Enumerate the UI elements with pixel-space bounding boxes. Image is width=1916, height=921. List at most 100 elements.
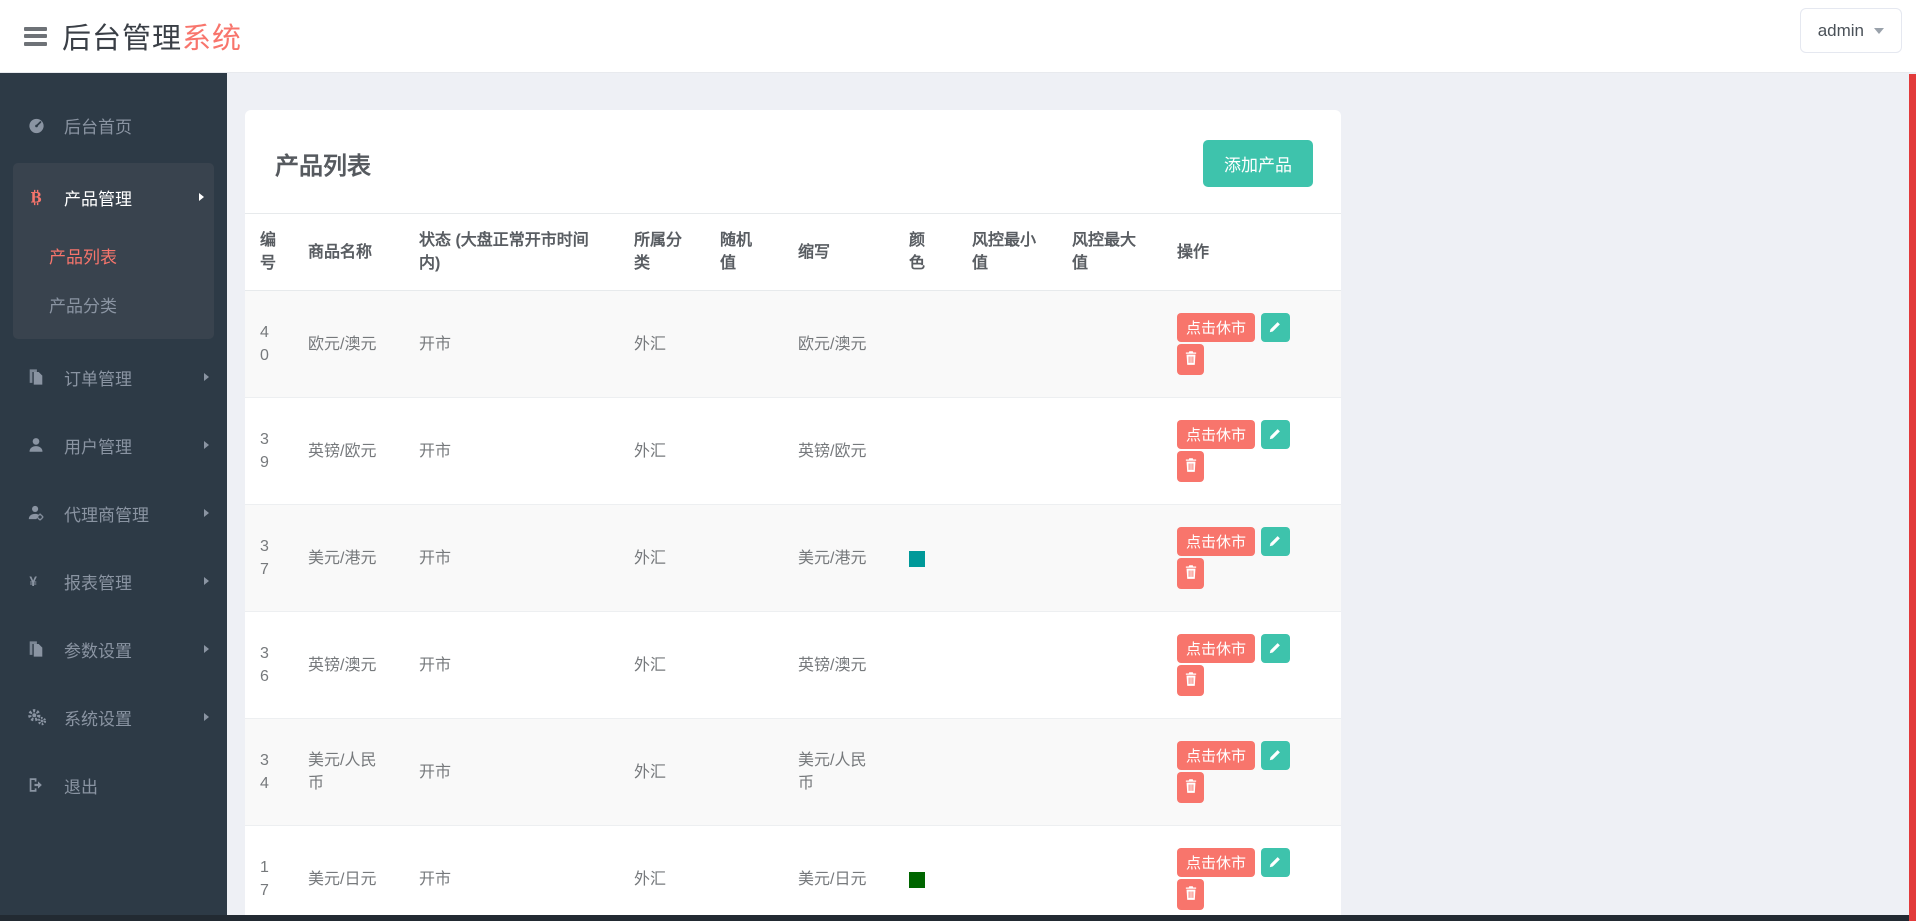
- sidebar-item-label: 后台首页: [64, 117, 132, 137]
- cell-name: 英镑/澳元: [293, 611, 404, 719]
- svg-text:B: B: [30, 190, 42, 206]
- bottom-strip: [0, 915, 1916, 921]
- cell-abbr: 欧元/澳元: [798, 335, 867, 353]
- close-market-button[interactable]: 点击休市: [1177, 420, 1256, 450]
- delete-button[interactable]: [1177, 665, 1204, 697]
- edit-button[interactable]: [1261, 527, 1291, 557]
- add-product-button[interactable]: 添加产品: [1203, 140, 1313, 187]
- cell-actions: 点击休市: [1162, 825, 1341, 921]
- svg-text:¥: ¥: [29, 574, 37, 589]
- pencil-icon: [1269, 855, 1282, 871]
- column-header: 缩写: [783, 214, 894, 292]
- table-row: 36 英镑/澳元 开市 外汇 英镑/澳元 点击休市: [245, 611, 1341, 719]
- cell-category: 外汇: [634, 335, 667, 353]
- cell-random: [705, 825, 783, 921]
- column-header: 操作: [1162, 214, 1341, 292]
- close-market-button[interactable]: 点击休市: [1177, 741, 1256, 771]
- main-content: 产品列表 添加产品 编号 商品名称 状态 (大盘正常开市时间内) 所属分类 随机值 缩写颜…: [227, 73, 1916, 921]
- sidebar-item[interactable]: 系统设置: [0, 683, 227, 751]
- column-header: 风控最小值: [957, 214, 1057, 292]
- cell-category: 外汇: [619, 504, 705, 612]
- cell-random: [705, 291, 783, 398]
- sidebar-item[interactable]: B 产品管理: [13, 163, 214, 231]
- cell-status: 开市: [404, 611, 619, 719]
- cell-risk-max: [1057, 718, 1162, 826]
- trash-icon: [1185, 779, 1197, 797]
- sidebar-item[interactable]: 参数设置: [0, 615, 227, 683]
- column-header: 状态 (大盘正常开市时间内): [404, 214, 619, 292]
- chevron-right-icon: [204, 373, 209, 381]
- sidebar-item[interactable]: 代理商管理: [0, 479, 227, 547]
- agent-icon: [27, 504, 54, 522]
- table-row: 39 英镑/欧元 开市 外汇 英镑/欧元 点击休市: [245, 397, 1341, 505]
- dashboard-icon: [27, 116, 54, 135]
- cell-random: [705, 611, 783, 719]
- hamburger-menu-icon[interactable]: [24, 23, 47, 49]
- sidebar-item-label: 代理商管理: [64, 505, 149, 525]
- cell-risk-min: [957, 611, 1057, 719]
- sidebar-item-label: 报表管理: [64, 573, 132, 593]
- cell-risk-max: [1057, 611, 1162, 719]
- close-market-button[interactable]: 点击休市: [1177, 848, 1256, 878]
- column-header: 随机值: [705, 214, 783, 292]
- cell-status: 开市: [404, 504, 619, 612]
- cell-risk-min: [957, 504, 1057, 612]
- user-menu[interactable]: admin: [1799, 8, 1902, 53]
- sidebar-item[interactable]: 用户管理: [0, 411, 227, 479]
- column-header: 商品名称: [293, 214, 404, 292]
- edit-button[interactable]: [1261, 741, 1291, 771]
- products-table: 编号 商品名称 状态 (大盘正常开市时间内) 所属分类 随机值 缩写 颜色 风控最小值 风控最大…: [245, 214, 1341, 921]
- trash-icon: [1185, 351, 1197, 369]
- chevron-right-icon: [199, 193, 204, 201]
- table-header-row: 编号 商品名称 状态 (大盘正常开市时间内) 所属分类 随机值 缩写 颜色 风控最小值 风控最大…: [245, 214, 1341, 292]
- edit-button[interactable]: [1261, 634, 1291, 664]
- trash-icon: [1185, 672, 1197, 690]
- sidebar-subitem[interactable]: 产品列表: [13, 231, 214, 280]
- edit-button[interactable]: [1261, 420, 1291, 450]
- sidebar-item-label: 订单管理: [64, 369, 132, 389]
- cell-id: 17: [245, 825, 293, 921]
- delete-button[interactable]: [1177, 879, 1204, 911]
- caret-down-icon: [1874, 27, 1884, 34]
- column-header: 颜色: [894, 214, 957, 292]
- trash-icon: [1185, 458, 1197, 476]
- cell-actions: 点击休市: [1162, 504, 1341, 612]
- sidebar-group: B 产品管理 产品列表 产品分类: [13, 163, 214, 339]
- sidebar-item[interactable]: 退出: [0, 751, 227, 819]
- cell-risk-min: [957, 825, 1057, 921]
- trash-icon: [1185, 565, 1197, 583]
- delete-button[interactable]: [1177, 451, 1204, 483]
- table-row: 17 美元/日元 开市 外汇 美元/日元 点击休市: [245, 825, 1341, 921]
- cell-status: 开市: [404, 718, 619, 826]
- files-icon: [27, 640, 54, 658]
- cell-risk-min: [957, 397, 1057, 505]
- close-market-button[interactable]: 点击休市: [1177, 313, 1256, 343]
- delete-button[interactable]: [1177, 344, 1204, 376]
- sidebar-item[interactable]: ¥ 报表管理: [0, 547, 227, 615]
- edit-button[interactable]: [1261, 313, 1291, 343]
- cell-name: 美元/人民币: [293, 718, 404, 826]
- cell-actions: 点击休市: [1162, 397, 1341, 505]
- cell-risk-max: [1057, 291, 1162, 398]
- cell-color: [894, 291, 957, 398]
- delete-button[interactable]: [1177, 558, 1204, 590]
- pencil-icon: [1269, 427, 1282, 443]
- color-swatch: [909, 550, 925, 567]
- cell-name: 美元/日元: [293, 825, 404, 921]
- vertical-scrollbar[interactable]: [1909, 74, 1916, 921]
- sidebar-item[interactable]: 后台首页: [0, 91, 227, 159]
- color-swatch: [909, 871, 925, 888]
- cell-actions: 点击休市: [1162, 718, 1341, 826]
- close-market-button[interactable]: 点击休市: [1177, 634, 1256, 664]
- logout-icon: [27, 776, 54, 794]
- sidebar-subitem[interactable]: 产品分类: [13, 280, 214, 329]
- table-row: 40 欧元/澳元 开市 外汇 欧元/澳元 点击休市: [245, 290, 1341, 398]
- chevron-right-icon: [204, 441, 209, 449]
- close-market-button[interactable]: 点击休市: [1177, 527, 1256, 557]
- sidebar-item[interactable]: 订单管理: [0, 343, 227, 411]
- sidebar-item-label: 退出: [64, 777, 98, 797]
- cell-color: [894, 825, 957, 921]
- cell-risk-max: [1057, 504, 1162, 612]
- edit-button[interactable]: [1261, 848, 1291, 878]
- delete-button[interactable]: [1177, 772, 1204, 804]
